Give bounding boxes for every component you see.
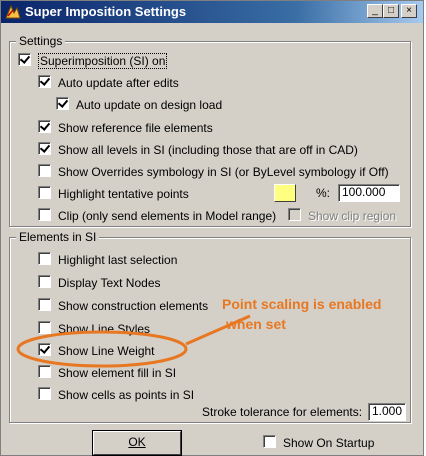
option-label: Show cells as points in SI: [58, 387, 195, 402]
show-all-levels-option[interactable]: Show all levels in SI (including those t…: [38, 141, 358, 159]
window-title: Super Imposition Settings: [25, 4, 187, 19]
super-imposition-dialog: Super Imposition Settings _ □ × Settings…: [0, 0, 424, 456]
option-label: Superimposition (SI) on: [38, 52, 168, 69]
option-label: Show construction elements: [58, 298, 209, 313]
show-line-weight-checkbox[interactable]: [38, 343, 51, 357]
highlight-tentative-option[interactable]: Highlight tentative points: [38, 185, 189, 203]
option-label: Show clip region: [308, 208, 397, 223]
option-label: Auto update after edits: [58, 75, 179, 90]
auto-update-load-checkbox[interactable]: [56, 97, 69, 111]
show-element-fill-option[interactable]: Show element fill in SI: [38, 364, 176, 382]
annotation-line-2: when set: [226, 316, 286, 332]
option-label: Clip (only send elements in Model range): [58, 208, 277, 223]
highlight-color-swatch[interactable]: [274, 184, 296, 202]
annotation-line-1: Point scaling is enabled: [222, 296, 382, 312]
show-overrides-option[interactable]: Show Overrides symbology in SI (or ByLev…: [38, 163, 389, 181]
option-label: Display Text Nodes: [58, 275, 161, 290]
minimize-button[interactable]: _: [367, 4, 383, 18]
option-label: Show all levels in SI (including those t…: [58, 142, 358, 157]
show-construction-checkbox[interactable]: [38, 298, 51, 312]
superimposition-on-checkbox[interactable]: [18, 53, 31, 67]
ok-button-label: OK: [128, 435, 146, 449]
settings-group: Settings Superimposition (SI) on Auto up…: [9, 34, 411, 227]
show-overrides-checkbox[interactable]: [38, 164, 51, 178]
superimposition-on-option[interactable]: Superimposition (SI) on: [18, 52, 168, 70]
option-label: Show Overrides symbology in SI (or ByLev…: [58, 164, 389, 179]
show-cells-as-points-checkbox[interactable]: [38, 387, 51, 401]
option-label: Show reference file elements: [58, 120, 213, 135]
stroke-tolerance-label: Stroke tolerance for elements:: [202, 405, 363, 419]
clip-option[interactable]: Clip (only send elements in Model range): [38, 207, 276, 225]
option-label: Highlight last selection: [58, 252, 178, 267]
clip-checkbox[interactable]: [38, 208, 51, 222]
show-line-weight-option[interactable]: Show Line Weight: [38, 342, 155, 360]
elements-group-title: Elements in SI: [16, 230, 100, 244]
highlight-last-selection-checkbox[interactable]: [38, 252, 51, 266]
app-icon: [5, 4, 21, 19]
maximize-button[interactable]: □: [383, 4, 399, 18]
title-bar[interactable]: Super Imposition Settings _ □ ×: [1, 1, 423, 23]
option-label: Show Line Styles: [58, 321, 151, 336]
display-text-nodes-option[interactable]: Display Text Nodes: [38, 274, 161, 292]
option-label: Highlight tentative points: [58, 186, 189, 201]
auto-update-edits-option[interactable]: Auto update after edits: [38, 74, 179, 92]
highlight-last-selection-option[interactable]: Highlight last selection: [38, 251, 177, 269]
option-label: Show On Startup: [283, 435, 375, 450]
annotation-callout: Point scaling is enabled when set: [222, 294, 422, 334]
option-label: Show Line Weight: [58, 343, 155, 358]
show-reference-checkbox[interactable]: [38, 120, 51, 134]
show-reference-option[interactable]: Show reference file elements: [38, 119, 213, 137]
stroke-tolerance-field[interactable]: 1.000: [368, 403, 406, 421]
ok-button[interactable]: OK: [93, 431, 181, 455]
show-on-startup-option[interactable]: Show On Startup: [263, 434, 374, 452]
highlight-tentative-checkbox[interactable]: [38, 186, 51, 200]
close-button[interactable]: ×: [401, 4, 417, 18]
show-cells-as-points-option[interactable]: Show cells as points in SI: [38, 386, 194, 404]
show-clip-region-checkbox: [288, 208, 301, 222]
percent-field[interactable]: 100.000: [338, 184, 400, 202]
show-construction-option[interactable]: Show construction elements: [38, 297, 208, 315]
show-on-startup-checkbox[interactable]: [263, 435, 276, 449]
auto-update-edits-checkbox[interactable]: [38, 75, 51, 89]
show-element-fill-checkbox[interactable]: [38, 365, 51, 379]
settings-group-title: Settings: [16, 34, 66, 48]
show-clip-region-option: Show clip region: [288, 207, 396, 225]
percent-label: %:: [316, 186, 331, 200]
option-label: Auto update on design load: [76, 97, 223, 112]
show-line-styles-checkbox[interactable]: [38, 321, 51, 335]
show-line-styles-option[interactable]: Show Line Styles: [38, 320, 150, 338]
display-text-nodes-checkbox[interactable]: [38, 275, 51, 289]
option-label: Show element fill in SI: [58, 365, 177, 380]
show-all-levels-checkbox[interactable]: [38, 142, 51, 156]
auto-update-load-option[interactable]: Auto update on design load: [56, 96, 222, 114]
